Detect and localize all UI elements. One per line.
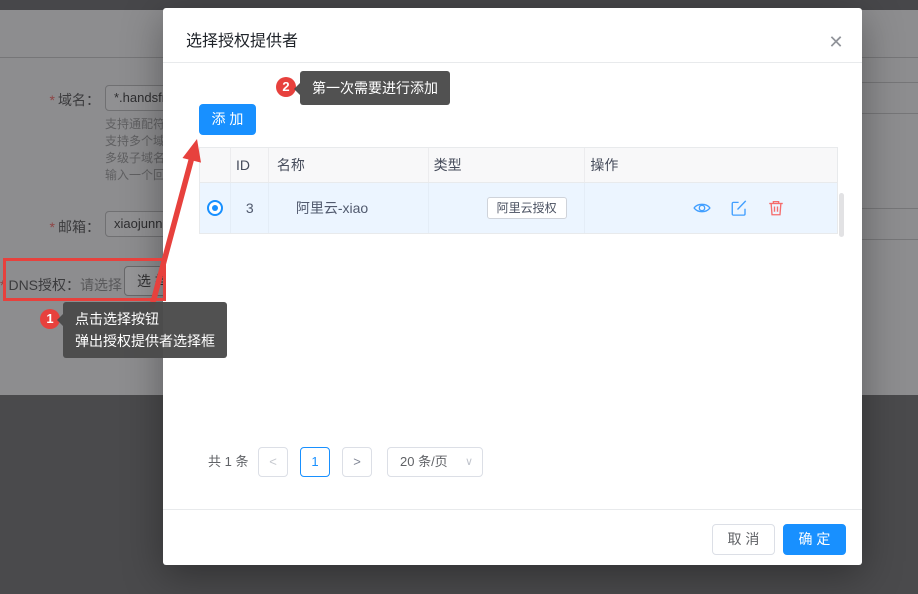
chevron-down-icon: ∨	[465, 448, 473, 476]
screen: *域名： *.handsfree 支持通配符域名 支持多个域名、 多级子域名要分…	[0, 0, 918, 594]
required-asterisk: *	[50, 92, 55, 108]
highlight-rectangle	[3, 258, 166, 301]
dialog-title: 选择授权提供者	[186, 27, 298, 51]
step-1-tooltip: 点击选择按钮 弹出授权提供者选择框	[63, 302, 227, 358]
header-actions: 操作	[585, 148, 837, 182]
background-divider	[860, 208, 918, 209]
header-name: 名称	[269, 148, 429, 182]
header-divider	[163, 62, 862, 63]
pagination-page-1[interactable]: 1	[300, 447, 330, 477]
close-icon[interactable]: ✕	[823, 29, 849, 55]
row-name-cell: 阿里云-xiao	[269, 183, 429, 233]
table-row[interactable]: 3 阿里云-xiao 阿里云授权	[200, 183, 837, 233]
view-icon[interactable]	[693, 199, 711, 217]
radio-selected[interactable]	[207, 200, 223, 216]
table-header-row: ID 名称 类型 操作	[200, 148, 837, 183]
row-actions-cell	[585, 183, 837, 233]
page-size-select[interactable]: 20 条/页 ∨	[387, 447, 483, 477]
step-2-badge: 2	[276, 77, 296, 97]
step-1-tooltip-line1: 点击选择按钮	[75, 308, 215, 330]
delete-icon[interactable]	[767, 199, 785, 217]
pagination-total: 共 1 条	[208, 447, 248, 477]
background-divider	[860, 113, 918, 114]
confirm-button[interactable]: 确 定	[783, 524, 846, 555]
required-asterisk: *	[50, 219, 55, 235]
add-button[interactable]: 添 加	[199, 104, 256, 135]
step-1-tooltip-line2: 弹出授权提供者选择框	[75, 330, 215, 352]
page-size-value: 20 条/页	[400, 448, 448, 476]
domain-label: *域名：	[0, 90, 100, 110]
edit-icon[interactable]	[730, 199, 748, 217]
type-tag: 阿里云授权	[487, 197, 567, 219]
background-divider	[860, 239, 918, 240]
email-label: *邮箱：	[0, 217, 100, 237]
header-select-col	[200, 148, 231, 182]
step-2-tooltip-text: 第一次需要进行添加	[312, 80, 438, 96]
header-id: ID	[231, 148, 269, 182]
background-divider	[860, 82, 918, 83]
step-2-tooltip: 第一次需要进行添加	[300, 71, 450, 105]
pagination-next-icon[interactable]: >	[342, 447, 372, 477]
cancel-button[interactable]: 取 消	[712, 524, 775, 555]
row-type-cell: 阿里云授权	[429, 183, 586, 233]
select-provider-dialog: 选择授权提供者 ✕ 添 加 ID 名称 类型 操作 3 阿里云-xiao 阿里云…	[163, 8, 862, 565]
row-id-cell: 3	[231, 183, 269, 233]
table-scrollbar-thumb[interactable]	[839, 193, 844, 237]
row-select-cell	[200, 183, 231, 233]
pagination-prev-icon[interactable]: <	[258, 447, 288, 477]
provider-table: ID 名称 类型 操作 3 阿里云-xiao 阿里云授权	[199, 147, 838, 234]
footer-divider	[163, 509, 862, 510]
header-type: 类型	[429, 148, 586, 182]
